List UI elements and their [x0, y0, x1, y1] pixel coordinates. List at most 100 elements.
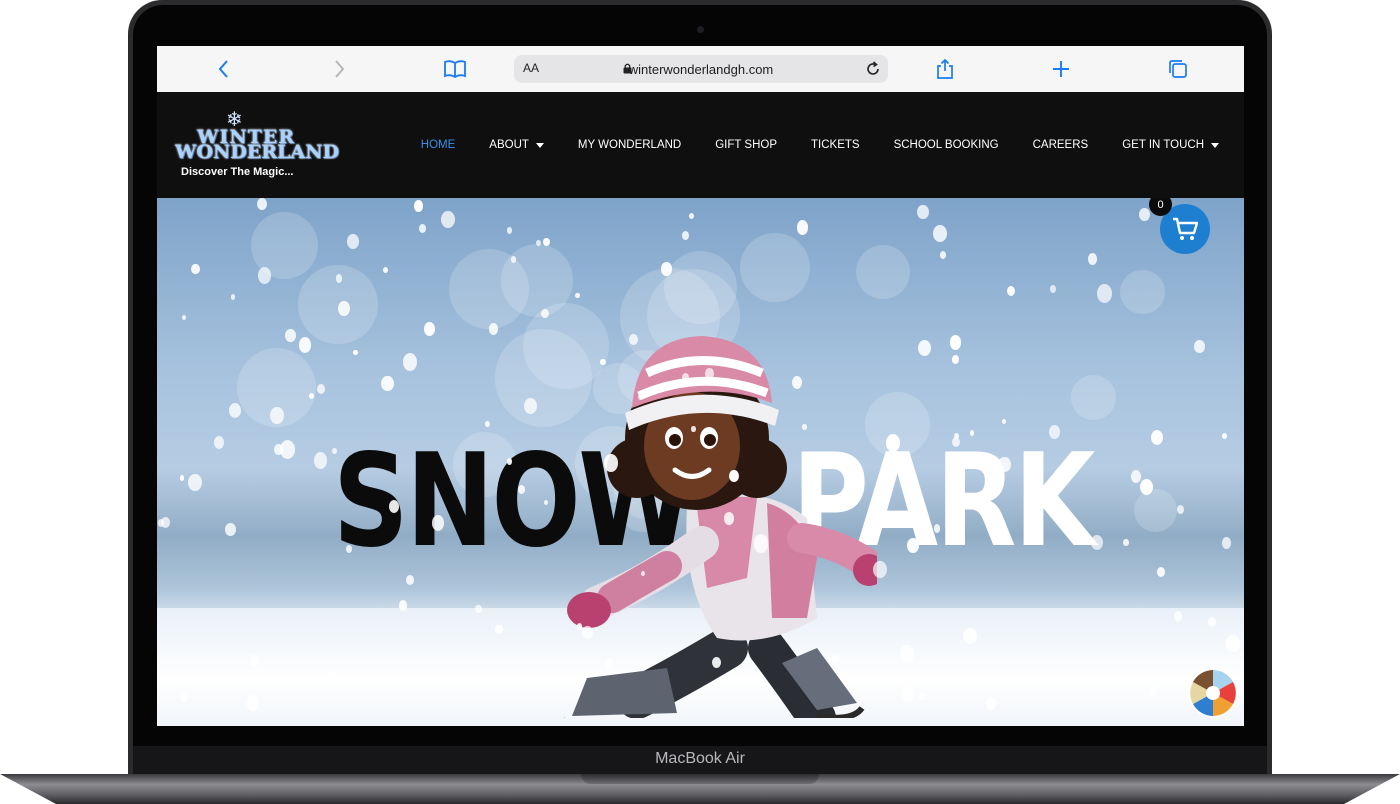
- snowflake: [418, 224, 426, 233]
- snowflake: [576, 623, 582, 631]
- snowflake: [316, 383, 326, 394]
- snowflake: [298, 337, 312, 353]
- snowflake: [258, 266, 272, 284]
- snowflake: [347, 234, 359, 249]
- snowflake: [582, 625, 593, 639]
- nav-item-label: SCHOOL BOOKING: [893, 139, 999, 151]
- snowflake: [507, 227, 513, 234]
- snowflake: [213, 436, 224, 449]
- snowflake: [949, 335, 962, 350]
- snowflake: [998, 456, 1011, 473]
- nav-item-about[interactable]: ABOUT: [489, 139, 544, 151]
- snowflake: [398, 599, 408, 611]
- plus-icon: [1053, 61, 1069, 77]
- snowflake: [791, 375, 802, 389]
- snowflake: [933, 524, 941, 533]
- snowflake: [383, 267, 389, 274]
- nav-item-home[interactable]: HOME: [421, 139, 456, 151]
- snowflake: [180, 692, 188, 702]
- nav-item-label: CAREERS: [1032, 139, 1089, 151]
- snowflake: [523, 397, 537, 415]
- share-icon: [937, 58, 953, 79]
- snowflake: [1096, 284, 1112, 303]
- snowflake: [952, 355, 960, 364]
- back-button[interactable]: [210, 55, 238, 83]
- snowflake: [1140, 478, 1154, 495]
- snowflake: [1139, 207, 1150, 221]
- laptop-notch: [581, 774, 819, 784]
- snowflake: [1207, 617, 1216, 628]
- bokeh-circle: [1120, 269, 1166, 315]
- snowflake: [932, 224, 947, 242]
- color-wheel-icon[interactable]: [1186, 666, 1240, 720]
- snowflake: [729, 469, 740, 482]
- tabs-button[interactable]: [1164, 55, 1192, 83]
- snowflake: [600, 358, 606, 366]
- snowflake: [1173, 611, 1183, 622]
- bokeh-circle: [740, 232, 810, 303]
- bookmarks-button[interactable]: [441, 55, 469, 83]
- snowflake: [353, 349, 358, 355]
- snowflake: [1157, 567, 1165, 577]
- snowflake: [1221, 432, 1227, 440]
- nav-item-label: GIFT SHOP: [715, 139, 778, 151]
- snowflake: [495, 624, 503, 635]
- nav-item-gift-shop[interactable]: GIFT SHOP: [715, 139, 777, 151]
- skater-illustration: [564, 336, 877, 718]
- snowflake: [489, 322, 499, 335]
- snowflake: [423, 321, 435, 336]
- forward-button[interactable]: [325, 55, 353, 83]
- snowflake: [1226, 634, 1240, 652]
- nav-item-careers[interactable]: CAREERS: [1033, 139, 1089, 151]
- snowflake: [541, 308, 549, 319]
- snowflake: [691, 426, 696, 432]
- snowflake: [228, 402, 242, 419]
- snowflake: [224, 522, 236, 537]
- snowflake: [917, 204, 929, 220]
- url-text: winterwonderlandgh.com: [628, 62, 774, 77]
- bokeh-circle: [855, 245, 910, 300]
- snowflake: [845, 483, 858, 500]
- nav-item-label: ABOUT: [489, 139, 529, 151]
- snowflake: [899, 644, 914, 663]
- snowflake: [485, 420, 491, 427]
- bokeh-circle: [1071, 374, 1116, 420]
- snowflake: [543, 499, 548, 505]
- snowflake: [1150, 429, 1164, 446]
- caret-down-icon: [535, 142, 544, 148]
- snowflake: [753, 533, 769, 553]
- snowflake: [230, 293, 236, 301]
- model-label: MacBook Air: [655, 750, 745, 767]
- site-logo[interactable]: ❄ WINTER WONDERLAND Discover The Magic..…: [175, 110, 339, 184]
- snowflake: [603, 454, 618, 472]
- nav-item-school-booking[interactable]: SCHOOL BOOKING: [894, 139, 999, 151]
- reload-icon[interactable]: [864, 60, 882, 78]
- new-tab-button[interactable]: [1047, 55, 1075, 83]
- browser-toolbar: AA winterwonderlandgh.com: [157, 46, 1244, 93]
- share-button[interactable]: [931, 55, 959, 83]
- snowflake: [705, 368, 714, 379]
- snowflake: [191, 263, 200, 274]
- hero-banner: SNOW PARK 0: [157, 198, 1244, 726]
- url-bar[interactable]: AA winterwonderlandgh.com: [514, 55, 888, 83]
- snowflake: [885, 434, 900, 452]
- nav-item-get-in-touch[interactable]: GET IN TOUCH: [1122, 139, 1219, 151]
- snowflake: [1087, 253, 1097, 265]
- nav-item-label: TICKETS: [811, 139, 860, 151]
- nav-item-label: HOME: [420, 139, 456, 151]
- snowflake: [257, 198, 267, 210]
- snowflake: [1194, 340, 1205, 354]
- snowflake: [269, 406, 284, 425]
- cart-icon: [1173, 217, 1198, 240]
- snowflake: [872, 560, 887, 579]
- tabs-icon: [1169, 60, 1187, 78]
- snowflake: [1221, 537, 1231, 549]
- snowflake: [802, 424, 807, 430]
- logo-tagline: Discover The Magic...: [181, 166, 294, 178]
- nav-item-my-wonderland[interactable]: MY WONDERLAND: [578, 139, 681, 151]
- nav-item-tickets[interactable]: TICKETS: [811, 139, 860, 151]
- snowflake: [796, 220, 809, 235]
- main-nav: HOME ABOUT MY WONDERLAND GIFT SHOP TICKE…: [387, 138, 1219, 152]
- snowflake: [688, 213, 694, 220]
- chevron-left-icon: [218, 60, 228, 78]
